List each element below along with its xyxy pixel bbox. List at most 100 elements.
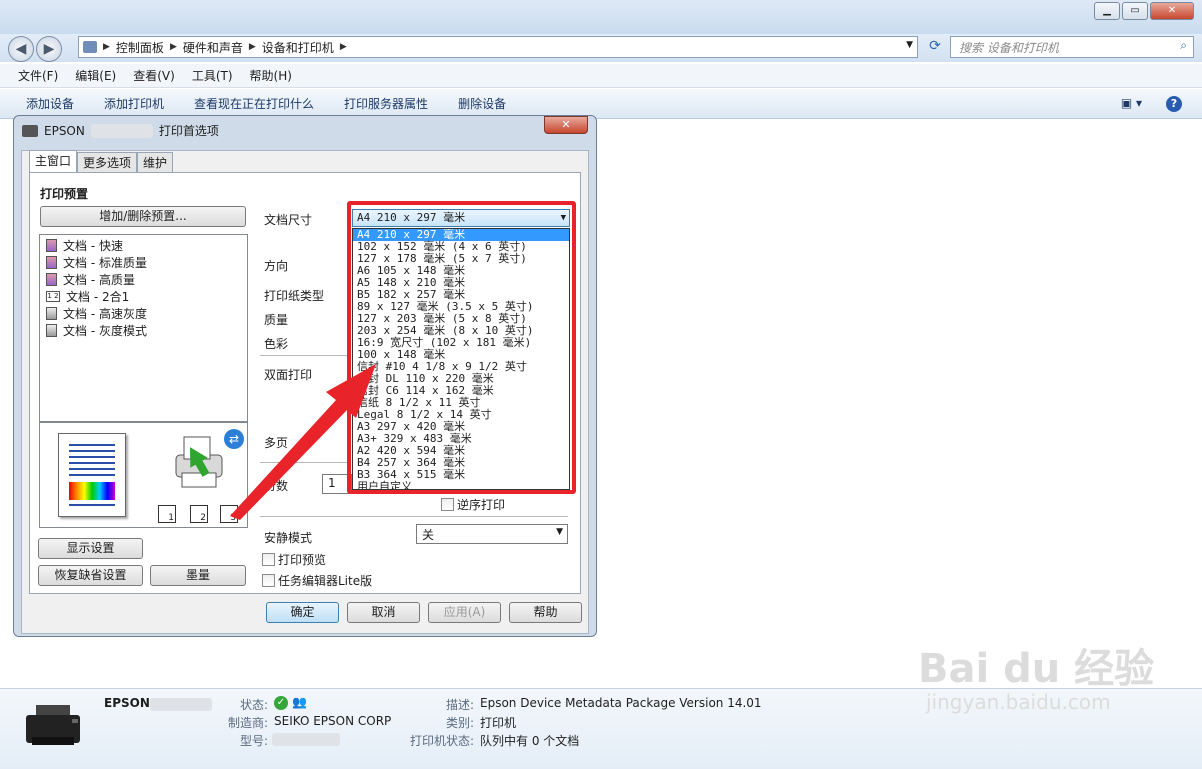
add-remove-preset-button[interactable]: 增加/删除预置... xyxy=(40,206,246,227)
list-item[interactable]: 文档 - 高速灰度 xyxy=(40,305,247,322)
paper-size-label: 文档尺寸 xyxy=(264,213,313,227)
page-order-icon-1: 1 xyxy=(158,505,176,523)
see-printing-button[interactable]: 查看现在正在打印什么 xyxy=(194,95,314,112)
checkbox-box[interactable] xyxy=(441,498,454,511)
document-icon xyxy=(46,239,57,252)
quiet-mode-value: 关 xyxy=(422,528,435,542)
grayscale-document-icon xyxy=(46,324,57,337)
dialog-title-prefix: EPSON xyxy=(44,123,85,138)
page-order-icon-2: 2 xyxy=(190,505,208,523)
ok-button[interactable]: 确定 xyxy=(266,602,339,623)
divider xyxy=(260,355,350,356)
search-icon[interactable]: ⌕ xyxy=(1180,38,1187,53)
document-icon xyxy=(46,273,57,286)
reverse-order-checkbox[interactable]: 逆序打印 xyxy=(441,496,505,513)
window-controls: ▁ ▭ ✕ xyxy=(1094,2,1194,20)
watermark-brand: Bai du 经验 xyxy=(918,646,1155,692)
preset-label: 文档 - 2合1 xyxy=(66,290,130,304)
device-name: EPSON xyxy=(104,696,150,710)
print-server-properties-button[interactable]: 打印服务器属性 xyxy=(344,95,428,112)
help-icon[interactable]: ? xyxy=(1166,96,1182,112)
preset-label: 文档 - 灰度模式 xyxy=(63,324,147,338)
blurred-model-value xyxy=(272,733,340,746)
preset-list[interactable]: 文档 - 快速 文档 - 标准质量 文档 - 高质量 1 2 文档 - 2合1 文… xyxy=(39,234,248,422)
preset-label: 文档 - 快速 xyxy=(63,239,123,253)
menu-view[interactable]: 查看(V) xyxy=(133,67,175,84)
menu-file[interactable]: 文件(F) xyxy=(18,67,58,84)
job-arranger-checkbox[interactable]: 任务编辑器Lite版 xyxy=(262,572,372,589)
list-item[interactable]: 1 2 文档 - 2合1 xyxy=(40,288,247,305)
command-bar-right: ▣ ▾ ? xyxy=(1121,96,1182,112)
tab-main[interactable]: 主窗口 xyxy=(29,150,78,172)
checkbox-box[interactable] xyxy=(262,574,275,587)
window-titlebar: ▁ ▭ ✕ xyxy=(0,0,1202,34)
search-input[interactable]: 搜索 设备和打印机 ⌕ xyxy=(950,36,1194,58)
show-settings-button[interactable]: 显示设置 xyxy=(38,538,143,559)
help-button[interactable]: 帮助 xyxy=(509,602,582,623)
breadcrumb-devices-printers[interactable]: 设备和打印机 xyxy=(262,39,334,56)
printer-status-label: 打印机状态: xyxy=(409,734,474,748)
list-item[interactable]: 文档 - 标准质量 xyxy=(40,254,247,271)
chevron-down-icon[interactable]: ▼ xyxy=(906,40,913,50)
category-label: 类别: xyxy=(445,716,474,730)
preset-label: 文档 - 标准质量 xyxy=(63,256,147,270)
printer-paper-feed-icon xyxy=(175,436,223,488)
status-icons: ✓ 👥 xyxy=(274,695,307,710)
maximize-button[interactable]: ▭ xyxy=(1122,2,1148,20)
annotation-arrow-icon xyxy=(230,364,376,520)
view-options-icon[interactable]: ▣ ▾ xyxy=(1121,96,1142,112)
close-button[interactable]: ✕ xyxy=(1150,2,1194,20)
remove-device-button[interactable]: 删除设备 xyxy=(458,95,506,112)
preset-label: 文档 - 高速灰度 xyxy=(63,307,147,321)
shared-users-icon: 👥 xyxy=(292,695,307,709)
menu-edit[interactable]: 编辑(E) xyxy=(75,67,116,84)
list-item[interactable]: 文档 - 灰度模式 xyxy=(40,322,247,339)
chevron-down-icon: ▼ xyxy=(556,527,563,537)
breadcrumb-control-panel[interactable]: 控制面板 xyxy=(116,39,164,56)
add-device-button[interactable]: 添加设备 xyxy=(26,95,74,112)
address-bar[interactable]: ▶ 控制面板 ▶ 硬件和声音 ▶ 设备和打印机 ▶ ▼ xyxy=(78,36,918,58)
preset-heading: 打印预置 xyxy=(40,187,89,201)
dialog-tabs: 主窗口 更多选项 维护 xyxy=(29,150,174,172)
add-printer-button[interactable]: 添加打印机 xyxy=(104,95,164,112)
cancel-button[interactable]: 取消 xyxy=(347,602,420,623)
tab-maintenance[interactable]: 维护 xyxy=(137,152,174,172)
orientation-label: 方向 xyxy=(264,259,289,273)
ink-levels-button[interactable]: 墨量 xyxy=(150,565,246,586)
breadcrumb-separator-icon: ▶ xyxy=(248,42,256,52)
preset-label: 文档 - 高质量 xyxy=(63,273,135,287)
minimize-button[interactable]: ▁ xyxy=(1094,2,1120,20)
back-button[interactable]: ◀ xyxy=(8,36,34,62)
blurred-model-name xyxy=(90,123,153,138)
page-preview-icon xyxy=(58,433,126,517)
forward-button[interactable]: ▶ xyxy=(36,36,62,62)
check-icon: ✓ xyxy=(274,695,288,710)
print-preview-label: 打印预览 xyxy=(278,553,327,567)
color-label: 色彩 xyxy=(264,337,289,351)
print-preview-checkbox[interactable]: 打印预览 xyxy=(262,551,326,568)
navigation-bar: ◀ ▶ ▶ 控制面板 ▶ 硬件和声音 ▶ 设备和打印机 ▶ ▼ ⟳ 搜索 设备和… xyxy=(0,34,1202,62)
tab-more-options[interactable]: 更多选项 xyxy=(77,152,138,172)
breadcrumb-hardware-sound[interactable]: 硬件和声音 xyxy=(183,39,243,56)
status-label: 状态: xyxy=(239,698,268,712)
manufacturer-value: SEIKO EPSON CORP xyxy=(274,714,392,728)
quiet-mode-select[interactable]: 关 ▼ xyxy=(416,524,568,544)
print-preview-panel: ⇄ 1 2 3 xyxy=(39,422,248,528)
manufacturer-label: 制造商: xyxy=(227,716,268,730)
restore-defaults-button[interactable]: 恢复缺省设置 xyxy=(38,565,143,586)
dialog-title-suffix: 打印首选项 xyxy=(158,124,219,138)
list-item[interactable]: 文档 - 快速 xyxy=(40,237,247,254)
menu-help[interactable]: 帮助(H) xyxy=(250,67,292,84)
category-value: 打印机 xyxy=(480,716,517,730)
search-placeholder: 搜索 设备和打印机 xyxy=(959,41,1059,55)
menu-tools[interactable]: 工具(T) xyxy=(192,67,233,84)
list-item[interactable]: 文档 - 高质量 xyxy=(40,271,247,288)
apply-button[interactable]: 应用(A) xyxy=(428,602,501,623)
quiet-mode-label: 安静模式 xyxy=(264,531,313,545)
breadcrumb-separator-icon: ▶ xyxy=(103,42,110,52)
refresh-icon[interactable]: ⟳ xyxy=(924,38,946,58)
model-label: 型号: xyxy=(239,734,268,748)
dialog-title: EPSON 打印首选项 xyxy=(22,122,219,139)
dialog-close-button[interactable]: ✕ xyxy=(544,116,588,134)
checkbox-box[interactable] xyxy=(262,553,275,566)
